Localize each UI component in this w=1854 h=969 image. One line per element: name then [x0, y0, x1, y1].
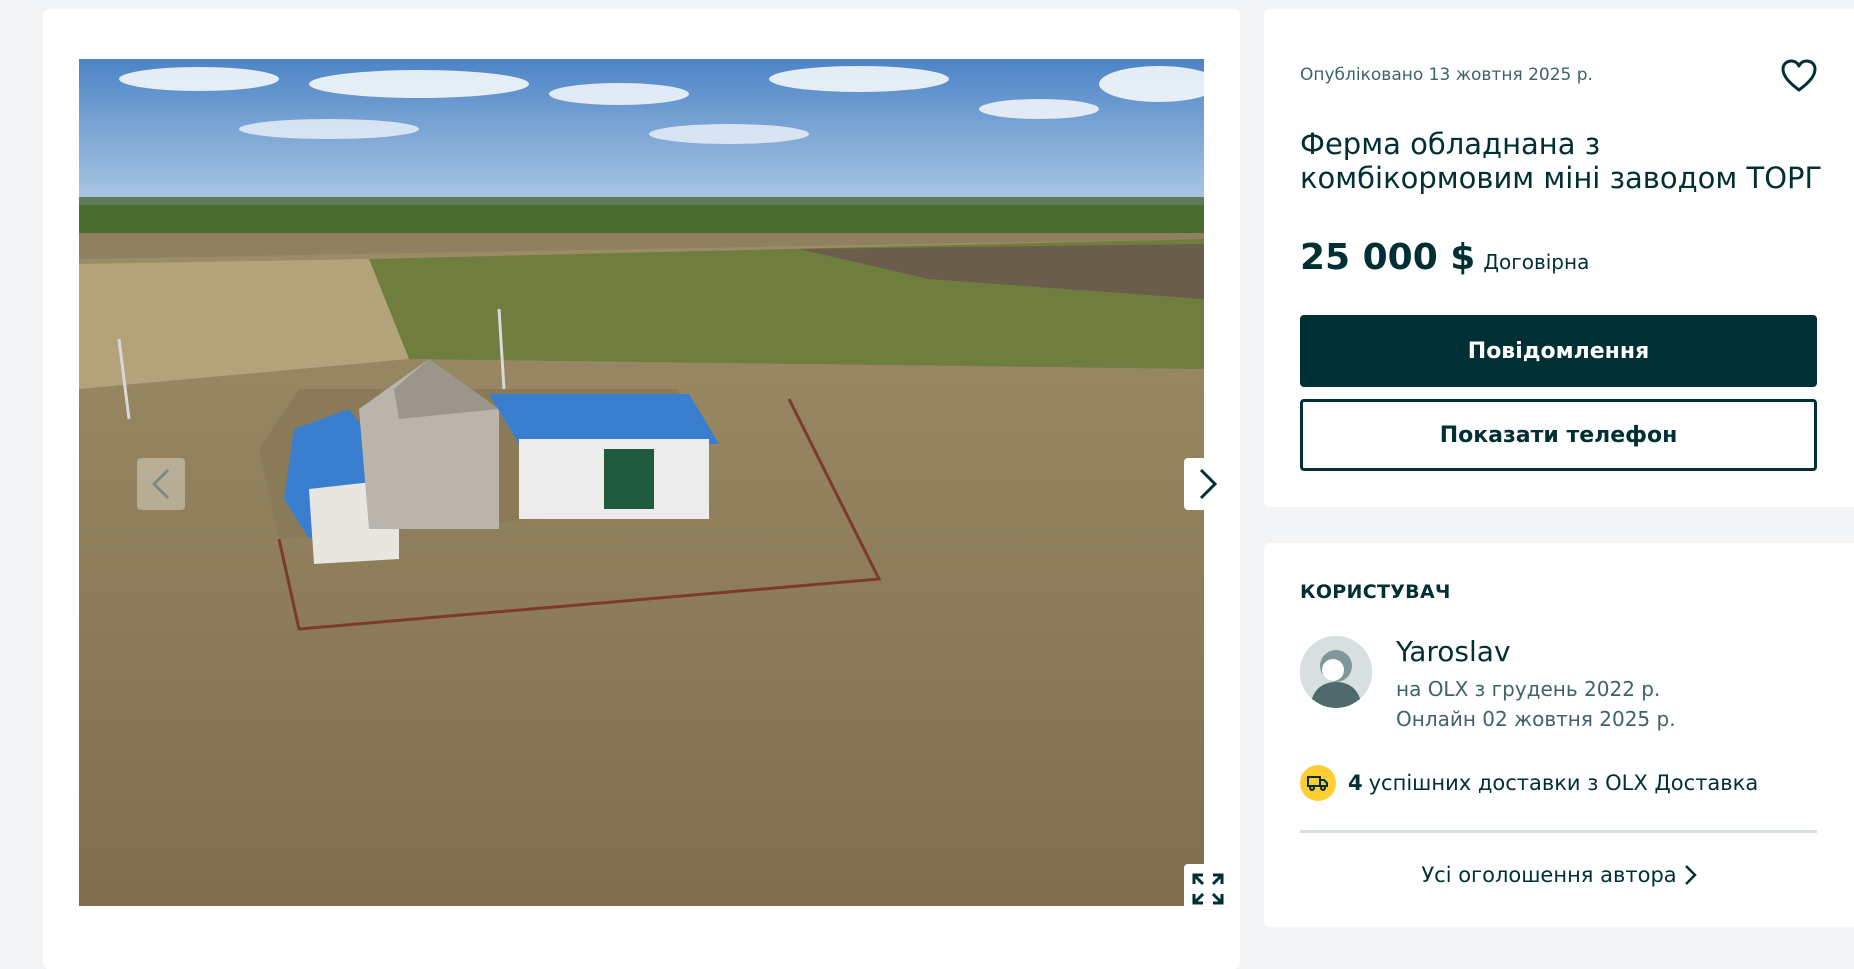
price-row: 25 000 $ Договірна: [1300, 237, 1589, 278]
chevron-right-icon: [1199, 468, 1218, 500]
listing-title: Ферма обладнана з комбікормовим міні зав…: [1300, 127, 1823, 195]
favorite-button[interactable]: [1779, 56, 1819, 96]
delivery-count: 4: [1348, 771, 1363, 795]
user-avatar-icon: [1300, 636, 1372, 708]
gallery-card: [43, 9, 1240, 969]
user-section-heading: КОРИСТУВАЧ: [1300, 581, 1451, 603]
delivery-text: успішних доставки з OLX Доставка: [1368, 771, 1759, 795]
user-last-online: Онлайн 02 жовтня 2025 р.: [1396, 707, 1676, 731]
negotiable-label: Договірна: [1483, 250, 1590, 274]
all-ads-label: Усі оголошення автора: [1421, 863, 1677, 887]
avatar[interactable]: [1300, 636, 1372, 708]
user-card: КОРИСТУВАЧ Yaroslav на OLX з грудень 202…: [1264, 543, 1854, 927]
user-name: Yaroslav: [1396, 635, 1511, 668]
price: 25 000 $: [1300, 237, 1476, 278]
listing-photo[interactable]: [79, 59, 1204, 906]
truck-icon: [1300, 765, 1336, 801]
user-member-since: на OLX з грудень 2022 р.: [1396, 677, 1661, 701]
delivery-stats: 4 успішних доставки з OLX Доставка: [1300, 765, 1758, 801]
heart-icon: [1781, 59, 1817, 92]
next-photo-button[interactable]: [1184, 458, 1232, 510]
chevron-right-icon: [1684, 865, 1697, 885]
chevron-left-icon: [151, 468, 170, 500]
divider: [1300, 830, 1817, 833]
show-phone-button[interactable]: Показати телефон: [1300, 399, 1817, 471]
farm-photo-image: [79, 59, 1204, 906]
fullscreen-button[interactable]: [1184, 864, 1232, 914]
listing-info-card: Опубліковано 13 жовтня 2025 р. Ферма обл…: [1264, 9, 1854, 507]
expand-icon: [1192, 873, 1224, 905]
published-date: Опубліковано 13 жовтня 2025 р.: [1300, 65, 1593, 85]
all-author-ads-link[interactable]: Усі оголошення автора: [1264, 863, 1854, 887]
previous-photo-button[interactable]: [137, 458, 185, 510]
message-button[interactable]: Повідомлення: [1300, 315, 1817, 387]
